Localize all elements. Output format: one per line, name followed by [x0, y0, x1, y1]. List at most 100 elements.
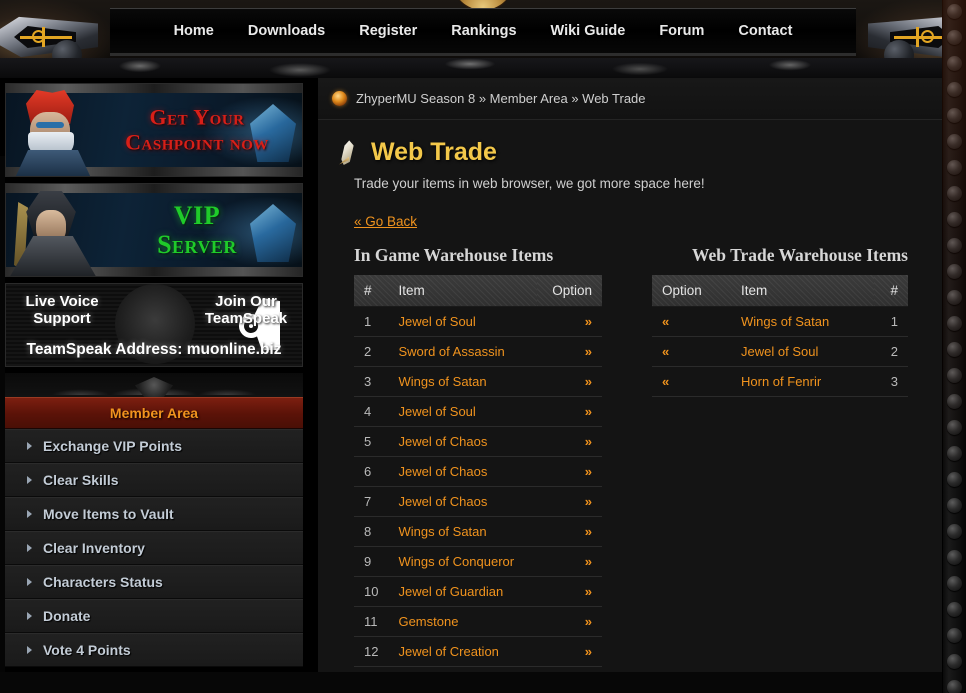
rivet-stud-icon: [947, 186, 962, 201]
row-number: 7: [354, 486, 389, 517]
banner-vip-server[interactable]: VIP Server: [5, 183, 303, 277]
item-name[interactable]: Jewel of Soul: [731, 336, 874, 367]
move-left-button[interactable]: «: [652, 306, 732, 337]
rivet-stud-icon: [947, 4, 962, 19]
sidebar-item-label: Donate: [43, 608, 91, 624]
item-name[interactable]: Wings of Satan: [731, 306, 874, 337]
move-right-button[interactable]: »: [536, 576, 602, 607]
move-right-button[interactable]: »: [536, 546, 602, 577]
nav-item-register[interactable]: Register: [342, 19, 434, 43]
rivet-stud-icon: [947, 264, 962, 279]
rivet-stud-icon: [947, 238, 962, 253]
table-row: 7 Jewel of Chaos»: [354, 486, 602, 517]
item-name[interactable]: Horn of Fenrir: [731, 366, 874, 397]
rivet-stud-icon: [947, 290, 962, 305]
item-name[interactable]: Jewel of Soul: [388, 306, 537, 337]
move-right-button[interactable]: »: [536, 426, 602, 457]
row-number: 10: [354, 576, 389, 607]
item-name[interactable]: Jewel of Guardian: [388, 576, 537, 607]
item-name[interactable]: Jewel of Chaos: [388, 456, 537, 487]
in-game-warehouse-heading: In Game Warehouse Items: [354, 245, 554, 265]
row-number: 9: [354, 546, 389, 577]
nav-item-rankings[interactable]: Rankings: [434, 19, 533, 43]
nav-item-downloads[interactable]: Downloads: [231, 19, 342, 43]
rivet-stud-icon: [947, 446, 962, 461]
table-row: 8 Wings of Satan»: [354, 516, 602, 547]
row-number: 1: [874, 306, 908, 337]
breadcrumb: ZhyperMU Season 8 » Member Area » Web Tr…: [318, 78, 944, 120]
table-row: «Wings of Satan 1: [652, 306, 908, 337]
item-name[interactable]: Wings of Satan: [388, 516, 537, 547]
main-content-panel: ZhyperMU Season 8 » Member Area » Web Tr…: [318, 78, 944, 693]
sidebar-item-label: Vote 4 Points: [43, 642, 131, 658]
table-row: 3 Wings of Satan»: [354, 366, 602, 397]
row-number: 2: [354, 336, 389, 367]
rivet-stud-icon: [947, 602, 962, 617]
teamspeak-address: TeamSpeak Address: muonline.biz: [26, 341, 282, 358]
nav-item-home[interactable]: Home: [157, 19, 231, 43]
move-right-button[interactable]: »: [536, 366, 602, 397]
banner-teamspeak[interactable]: Live Voice Support Join Our TeamSpeak Te…: [5, 283, 303, 367]
move-right-button[interactable]: »: [536, 396, 602, 427]
item-name[interactable]: Gemstone: [388, 606, 537, 637]
item-name[interactable]: Jewel of Chaos: [388, 426, 537, 457]
sidebar-item-move-items-to-vault[interactable]: Move Items to Vault: [5, 497, 303, 531]
move-right-button[interactable]: »: [536, 636, 602, 667]
row-number: 8: [354, 516, 389, 547]
teamspeak-right-line1: Join Our: [215, 293, 277, 310]
sidebar-item-label: Clear Inventory: [43, 540, 145, 556]
rivet-stud-icon: [947, 550, 962, 565]
item-name[interactable]: Wings of Satan: [388, 366, 537, 397]
sidebar-item-donate[interactable]: Donate: [5, 599, 303, 633]
sidebar-item-vote-4-points[interactable]: Vote 4 Points: [5, 633, 303, 667]
column-header-option: Option: [652, 275, 732, 307]
sidebar: Get Your Cashpoint now VIP Server Live V…: [5, 83, 303, 667]
item-name[interactable]: Wings of Conqueror: [388, 546, 537, 577]
table-header-row: # Item Option: [354, 275, 602, 307]
move-right-button[interactable]: »: [536, 516, 602, 547]
row-number: 6: [354, 456, 389, 487]
rivet-stud-icon: [947, 524, 962, 539]
banner-cashpoint[interactable]: Get Your Cashpoint now: [5, 83, 303, 177]
row-number: 2: [874, 336, 908, 367]
item-name[interactable]: Sword of Assassin: [388, 336, 537, 367]
rivet-stud-icon: [947, 628, 962, 643]
move-right-button[interactable]: »: [536, 306, 602, 337]
sidebar-item-label: Clear Skills: [43, 472, 119, 488]
move-left-button[interactable]: «: [652, 366, 732, 397]
table-row: «Jewel of Soul 2: [652, 336, 908, 367]
rivet-stud-icon: [947, 576, 962, 591]
rivet-stud-icon: [947, 368, 962, 383]
move-right-button[interactable]: »: [536, 456, 602, 487]
table-row: 11 Gemstone»: [354, 606, 602, 637]
sidebar-item-clear-skills[interactable]: Clear Skills: [5, 463, 303, 497]
rivet-stud-icon: [947, 654, 962, 669]
nav-item-contact[interactable]: Contact: [721, 19, 809, 43]
sidebar-item-exchange-vip-points[interactable]: Exchange VIP Points: [5, 429, 303, 463]
hooded-character-art: [8, 188, 100, 276]
chevron-right-icon: [27, 612, 32, 620]
item-name[interactable]: Jewel of Chaos: [388, 486, 537, 517]
move-right-button[interactable]: »: [536, 606, 602, 637]
chevron-right-icon: [27, 578, 32, 586]
item-name[interactable]: Jewel of Soul: [388, 396, 537, 427]
nav-item-forum[interactable]: Forum: [642, 19, 721, 43]
table-header-row: Option Item #: [652, 275, 908, 307]
rivet-stud-icon: [947, 82, 962, 97]
rivet-stud-icon: [947, 472, 962, 487]
move-left-button[interactable]: «: [652, 336, 732, 367]
item-name[interactable]: Jewel of Creation: [388, 636, 537, 667]
table-row: 1 Jewel of Soul»: [354, 306, 602, 337]
ninja-character-art: [8, 88, 100, 176]
sidebar-item-label: Exchange VIP Points: [43, 438, 183, 454]
table-row: «Horn of Fenrir 3: [652, 366, 908, 397]
sidebar-item-clear-inventory[interactable]: Clear Inventory: [5, 531, 303, 565]
move-right-button[interactable]: »: [536, 336, 602, 367]
nav-item-wiki-guide[interactable]: Wiki Guide: [534, 19, 643, 43]
rivet-stud-icon: [947, 56, 962, 71]
rivet-stud-icon: [947, 160, 962, 175]
table-row: 9 Wings of Conqueror»: [354, 546, 602, 577]
move-right-button[interactable]: »: [536, 486, 602, 517]
sidebar-item-characters-status[interactable]: Characters Status: [5, 565, 303, 599]
go-back-link[interactable]: « Go Back: [354, 214, 417, 229]
